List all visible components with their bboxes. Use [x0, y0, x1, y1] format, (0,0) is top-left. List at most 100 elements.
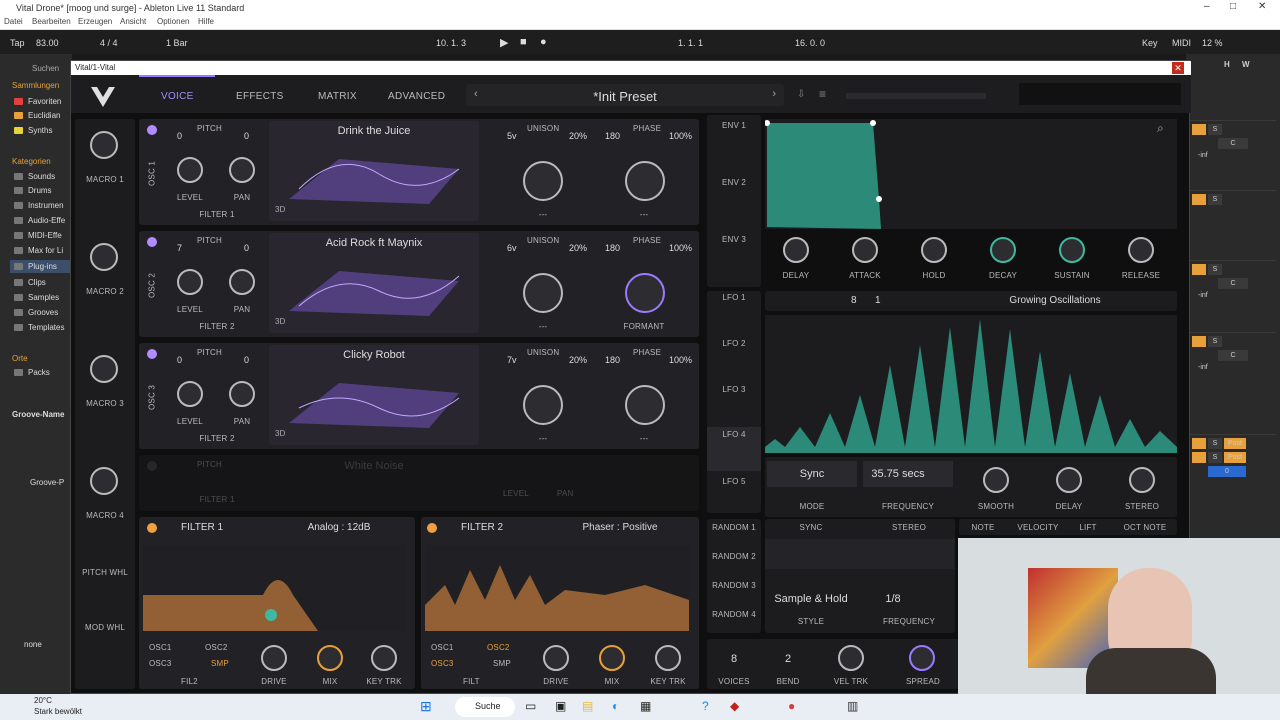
start-icon[interactable]: ⊞ — [420, 698, 432, 715]
osc-2-filter-route[interactable]: FILTER 2 — [169, 322, 265, 331]
lfo-stereo-knob[interactable] — [1129, 467, 1155, 493]
zoom-search-icon[interactable]: ⌕ — [1157, 121, 1164, 136]
osc-3-unison-knob[interactable] — [523, 385, 563, 425]
random-sync-label[interactable]: SYNC — [765, 523, 857, 532]
osc-3-phase-deg[interactable]: 180 — [605, 355, 620, 365]
filter-1-type[interactable]: Analog : 12dB — [269, 522, 409, 533]
master-volume[interactable]: 0 — [1208, 466, 1246, 477]
random-4-tab[interactable]: RANDOM 4 — [707, 610, 761, 619]
category-grooves[interactable]: Grooves — [28, 308, 58, 317]
bpm-field[interactable]: 83.00 — [36, 38, 59, 48]
taskbar-search[interactable]: Suche — [475, 701, 501, 711]
osc-2-3d-toggle[interactable]: 3D — [275, 317, 285, 326]
env-release-knob[interactable] — [1128, 237, 1154, 263]
osc-2-formant-knob[interactable] — [625, 273, 665, 313]
vel-trk-knob[interactable] — [838, 645, 864, 671]
category-instruments[interactable]: Instrumen — [28, 201, 64, 210]
play-icon[interactable]: ▶ — [500, 36, 508, 49]
category-clips[interactable]: Clips — [28, 278, 46, 287]
osc-3-distortion-knob[interactable] — [625, 385, 665, 425]
preset-next-icon[interactable]: › — [772, 88, 776, 100]
ableton-icon[interactable]: ▥ — [847, 699, 858, 713]
filter-2-route-osc3[interactable]: OSC3 — [431, 659, 454, 668]
osc-1-pan-knob[interactable] — [229, 157, 255, 183]
velocity-mod[interactable]: VELOCITY — [1013, 523, 1063, 532]
osc-3-unison-detune[interactable]: 20% — [569, 355, 587, 365]
random-frequency-value[interactable]: 1/8 — [863, 593, 923, 605]
macro-3-knob[interactable] — [90, 355, 118, 383]
osc-2-phase-deg[interactable]: 180 — [605, 243, 620, 253]
env-sustain-knob[interactable] — [1059, 237, 1085, 263]
pan-field[interactable]: C — [1218, 278, 1248, 289]
osc-2-stack-menu[interactable]: --- — [499, 322, 587, 331]
osc-3-power[interactable] — [147, 349, 157, 359]
stop-icon[interactable]: ■ — [520, 36, 527, 48]
filter-2-mix-knob[interactable] — [599, 645, 625, 671]
preset-selector[interactable]: ‹ *Init Preset › — [466, 84, 784, 106]
osc-3-3d-toggle[interactable]: 3D — [275, 429, 285, 438]
osc-3-tune[interactable]: 0 — [244, 355, 249, 365]
collection-synths[interactable]: Synths — [28, 126, 52, 135]
filter-2-type[interactable]: Phaser : Positive — [545, 522, 695, 533]
random-2-tab[interactable]: RANDOM 2 — [707, 552, 761, 561]
osc-1-unison-voices[interactable]: 5v — [507, 131, 517, 141]
osc-2-unison-detune[interactable]: 20% — [569, 243, 587, 253]
lfo-grid-y[interactable]: 1 — [875, 295, 881, 306]
lfo-3-tab[interactable]: LFO 3 — [707, 385, 761, 394]
pan-field[interactable]: C — [1218, 350, 1248, 361]
osc-1-distortion-menu[interactable]: --- — [599, 210, 689, 219]
osc-3-distortion-menu[interactable]: --- — [599, 434, 689, 443]
osc-1-phase-pct[interactable]: 100% — [669, 131, 692, 141]
w-button[interactable]: W — [1242, 60, 1250, 69]
oct-note-mod[interactable]: OCT NOTE — [1115, 523, 1175, 532]
solo-button[interactable]: S — [1208, 194, 1222, 205]
env-3-tab[interactable]: ENV 3 — [707, 235, 761, 244]
solo-button[interactable]: S — [1208, 452, 1222, 463]
category-max-for-live[interactable]: Max for Li — [28, 246, 63, 255]
category-midi-effects[interactable]: MIDI-Effe — [28, 231, 62, 240]
random-stereo-label[interactable]: STEREO — [863, 523, 955, 532]
osc-1-tune[interactable]: 0 — [244, 131, 249, 141]
osc-1-phase-deg[interactable]: 180 — [605, 131, 620, 141]
filter-2-route-smp[interactable]: SMP — [493, 659, 511, 668]
osc-1-unison-knob[interactable] — [523, 161, 563, 201]
menu-datei[interactable]: Datei — [4, 17, 23, 26]
filter-2-drive-knob[interactable] — [543, 645, 569, 671]
envelope-graph[interactable] — [765, 119, 1177, 229]
env-1-tab[interactable]: ENV 1 — [707, 121, 761, 130]
filter-1-drive-knob[interactable] — [261, 645, 287, 671]
lfo-2-tab[interactable]: LFO 2 — [707, 339, 761, 348]
tap-button[interactable]: Tap — [10, 38, 25, 48]
lfo-graph[interactable] — [765, 315, 1177, 453]
menu-erzeugen[interactable]: Erzeugen — [78, 17, 112, 26]
tab-voice[interactable]: VOICE — [161, 91, 194, 102]
sampler-filter-route[interactable]: FILTER 1 — [169, 495, 265, 504]
place-packs[interactable]: Packs — [28, 368, 50, 377]
task-view-icon[interactable]: ▭ — [525, 699, 536, 713]
chat-icon[interactable]: ▣ — [555, 699, 566, 713]
osc-1-unison-detune[interactable]: 20% — [569, 131, 587, 141]
menu-icon[interactable]: ≡ — [819, 87, 826, 101]
osc-2-formant-menu[interactable]: FORMANT — [599, 322, 689, 331]
macro-4-knob[interactable] — [90, 467, 118, 495]
env-decay-knob[interactable] — [990, 237, 1016, 263]
plugin-close-icon[interactable]: ✕ — [1172, 62, 1184, 74]
osc-3-stack-menu[interactable]: --- — [499, 434, 587, 443]
osc-1-level-knob[interactable] — [177, 157, 203, 183]
osc-3-wavetable[interactable]: Clicky Robot 3D — [269, 345, 479, 445]
filter-1-route-osc1[interactable]: OSC1 — [149, 643, 172, 652]
key-map-button[interactable]: Key — [1142, 38, 1158, 48]
menu-ansicht[interactable]: Ansicht — [120, 17, 146, 26]
loop-start[interactable]: 1. 1. 1 — [678, 38, 703, 48]
h-button[interactable]: H — [1224, 60, 1230, 69]
lfo-1-tab[interactable]: LFO 1 — [707, 293, 761, 302]
lfo-shape-name[interactable]: Growing Oscillations — [945, 295, 1165, 306]
lift-mod[interactable]: LIFT — [1073, 523, 1103, 532]
filter-1-keytrk-knob[interactable] — [371, 645, 397, 671]
filter-2-route-osc2[interactable]: OSC2 — [487, 643, 510, 652]
random-style-value[interactable]: Sample & Hold — [765, 593, 857, 605]
osc-1-power[interactable] — [147, 125, 157, 135]
pan-field[interactable]: C — [1218, 138, 1248, 149]
osc-2-unison-voices[interactable]: 6v — [507, 243, 517, 253]
lfo-5-tab[interactable]: LFO 5 — [707, 477, 761, 486]
